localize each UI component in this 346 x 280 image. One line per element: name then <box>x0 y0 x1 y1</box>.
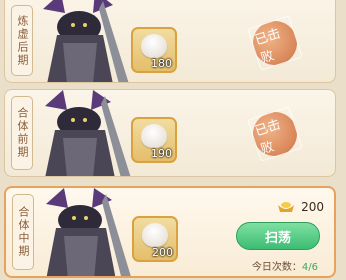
boss-portrait <box>33 0 133 82</box>
sweep-button[interactable]: 扫荡 <box>236 222 320 250</box>
tries-label: 今日次数： <box>251 262 302 273</box>
stage-name: 合体前期 <box>16 107 29 159</box>
bun-icon <box>141 124 167 148</box>
stage-card-3[interactable]: 合体中期 200 200 扫荡 今日次数：4/6 <box>4 186 336 278</box>
stage-name: 合体中期 <box>17 206 30 258</box>
bun-icon <box>142 223 168 247</box>
defeated-label: 已击败 <box>247 106 303 162</box>
stage-tab: 炼虚后期 <box>11 5 33 76</box>
defeated-seal: 已击败 <box>247 15 303 71</box>
reward-item[interactable]: 190 <box>131 117 177 163</box>
cost-display: 200 <box>277 200 324 214</box>
stage-tab: 合体前期 <box>11 96 33 170</box>
reward-item[interactable]: 180 <box>131 27 177 73</box>
gold-ingot-icon <box>278 202 295 212</box>
stage-tab: 合体中期 <box>12 194 34 270</box>
defeated-seal: 已击败 <box>247 106 303 162</box>
boss-portrait <box>33 90 133 176</box>
tries-remaining: 今日次数：4/6 <box>252 258 318 273</box>
boss-portrait <box>34 188 134 276</box>
defeated-label: 已击败 <box>247 15 303 71</box>
tries-value: 4/6 <box>301 262 318 273</box>
reward-count: 200 <box>152 246 173 259</box>
reward-count: 180 <box>151 57 172 70</box>
reward-count: 190 <box>151 147 172 160</box>
reward-item[interactable]: 200 <box>132 216 178 262</box>
stage-card-1[interactable]: 炼虚后期 180 已击败 <box>4 0 336 83</box>
bun-icon <box>141 34 167 58</box>
stage-card-2[interactable]: 合体前期 190 已击败 <box>4 89 336 177</box>
cost-amount: 200 <box>301 200 324 214</box>
stage-name: 炼虚后期 <box>16 14 29 67</box>
